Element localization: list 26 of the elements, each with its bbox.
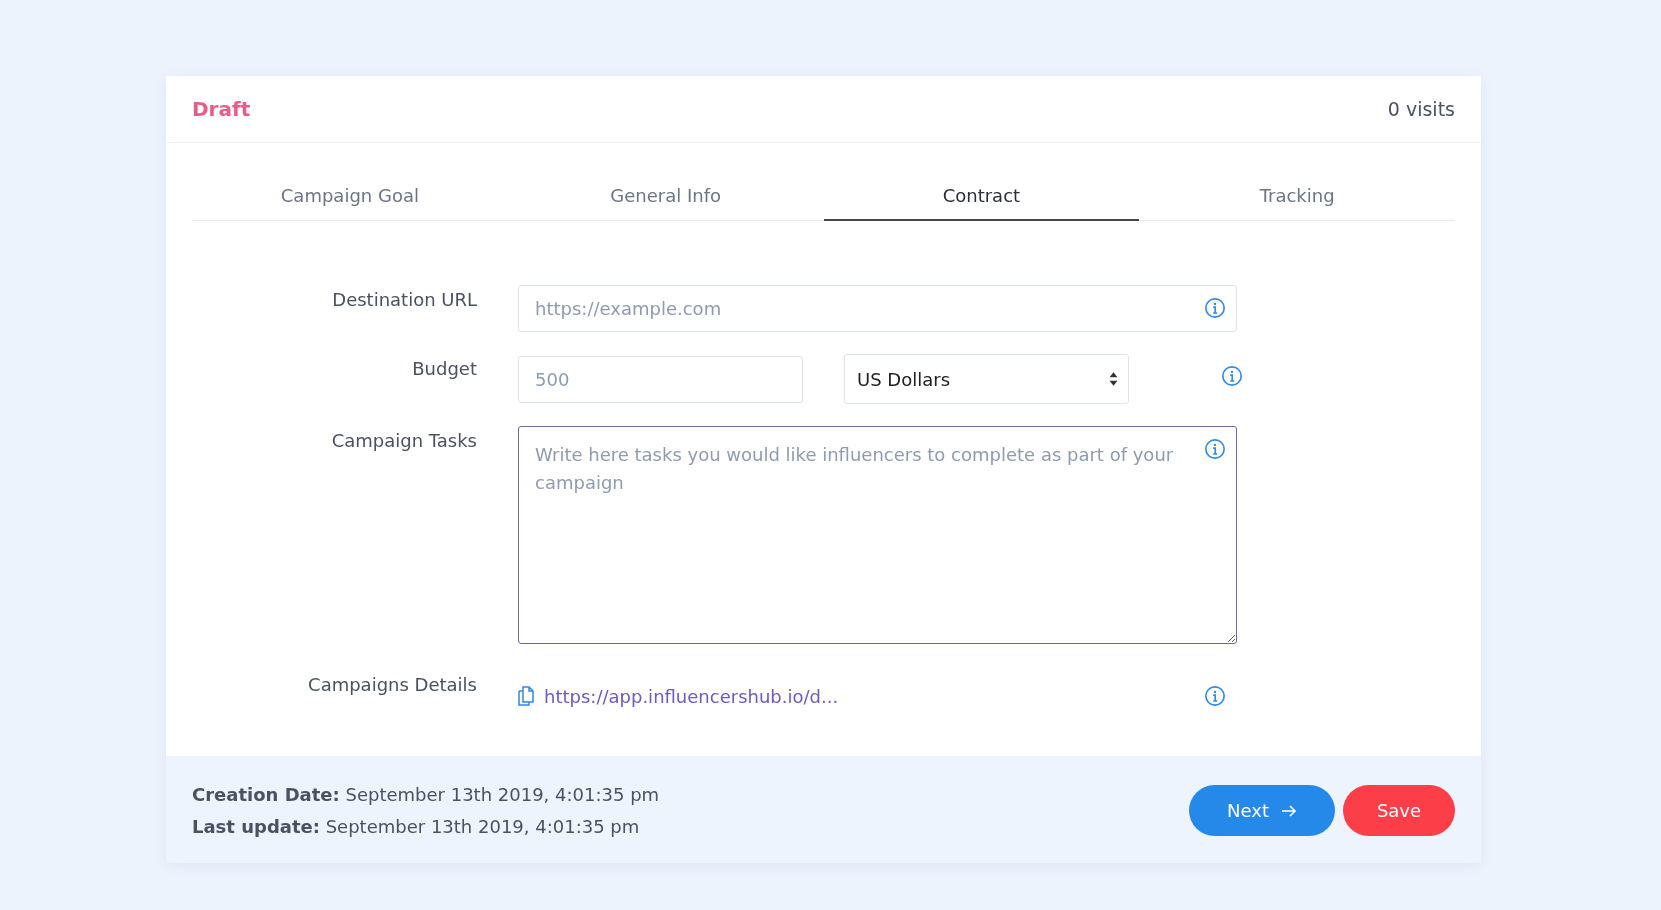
tab[interactable]: Contract	[823, 173, 1140, 221]
input-field[interactable]: 500	[518, 355, 803, 403]
save-button[interactable]: Save	[1343, 785, 1455, 836]
field-label: Budget	[411, 357, 477, 379]
sort-arrows-icon	[1109, 371, 1118, 387]
tab[interactable]: Campaign Goal	[192, 173, 508, 221]
campaign-link[interactable]: https://app.influencershub.io/d...	[544, 685, 839, 707]
currency-select[interactable]: US Dollars	[844, 354, 1129, 404]
info-icon[interactable]	[1204, 685, 1226, 707]
visits-count: 0 visits	[1387, 98, 1455, 120]
field-label: Campaign Tasks	[330, 429, 477, 451]
input-field[interactable]: https://example.com	[518, 285, 1237, 332]
text-area[interactable]: Write here tasks you would like influencers to complete as part of your campaign	[518, 426, 1237, 644]
info-icon[interactable]	[1221, 365, 1243, 387]
next-button[interactable]: Next	[1189, 785, 1335, 836]
tab[interactable]: Tracking	[1139, 173, 1455, 221]
copy-icon[interactable]	[518, 686, 534, 706]
status-label: Draft	[192, 97, 251, 121]
creation-date: Creation Date: September 13th 2019, 4:01:35 pm	[192, 784, 660, 805]
field-label: Destination URL	[331, 288, 477, 310]
info-icon[interactable]	[1204, 438, 1226, 460]
tab[interactable]: General Info	[507, 173, 824, 221]
field-label: Campaigns Details	[307, 673, 477, 695]
arrow-right-icon	[1280, 804, 1297, 817]
info-icon[interactable]	[1204, 297, 1226, 319]
last-update: Last update: September 13th 2019, 4:01:35 pm	[192, 816, 641, 837]
